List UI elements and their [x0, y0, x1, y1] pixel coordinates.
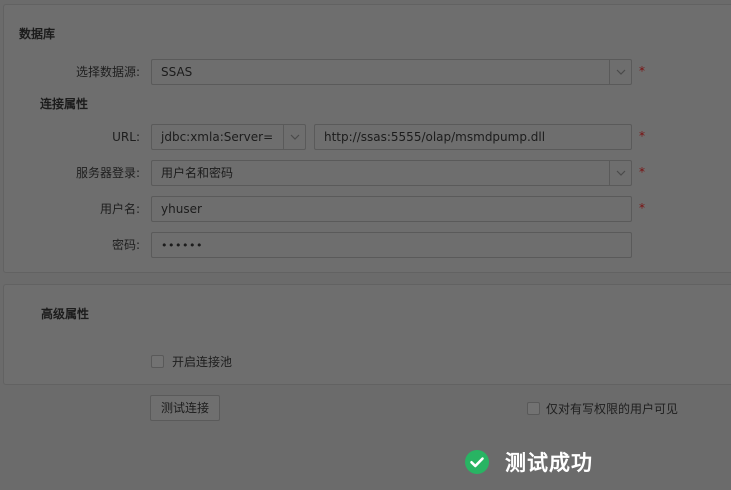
- username-input[interactable]: yhuser: [151, 196, 632, 222]
- username-required-mark: *: [639, 201, 645, 215]
- check-circle-icon: [465, 450, 489, 474]
- database-panel: 数据库 选择数据源: SSAS * 连接属性 URL: jdbc:xmla:Se…: [3, 4, 731, 273]
- server-login-select[interactable]: 用户名和密码: [151, 160, 632, 186]
- url-label: URL:: [112, 130, 140, 144]
- datasource-select[interactable]: SSAS: [151, 59, 632, 85]
- chevron-down-icon: [616, 69, 626, 75]
- datasource-value: SSAS: [161, 65, 193, 79]
- connection-pool-label[interactable]: 开启连接池: [172, 355, 232, 369]
- advanced-section-title: 高级属性: [41, 307, 90, 321]
- server-login-dropdown-toggle[interactable]: [609, 161, 631, 185]
- url-required-mark: *: [639, 129, 645, 143]
- server-login-value: 用户名和密码: [161, 166, 234, 180]
- datasource-dropdown-toggle[interactable]: [609, 60, 631, 84]
- datasource-required-mark: *: [639, 64, 645, 78]
- chevron-down-icon: [290, 134, 300, 140]
- url-input-value: http://ssas:5555/olap/msmdpump.dll: [324, 130, 546, 144]
- username-input-value: yhuser: [161, 202, 202, 216]
- test-connection-button[interactable]: 测试连接: [150, 395, 220, 421]
- server-login-label: 服务器登录:: [75, 166, 140, 180]
- url-driver-dropdown-toggle[interactable]: [283, 125, 305, 149]
- advanced-panel: 高级属性 开启连接池: [3, 284, 731, 385]
- server-login-required-mark: *: [639, 165, 645, 179]
- write-only-visible-checkbox[interactable]: [527, 402, 540, 415]
- url-driver-select[interactable]: jdbc:xmla:Server=: [151, 124, 306, 150]
- write-only-visible-label[interactable]: 仅对有写权限的用户可见: [546, 402, 678, 416]
- connection-pool-checkbox[interactable]: [151, 355, 164, 368]
- success-toast: 测试成功: [465, 448, 593, 476]
- password-label: 密码:: [111, 238, 140, 252]
- chevron-down-icon: [616, 170, 626, 176]
- url-input[interactable]: http://ssas:5555/olap/msmdpump.dll: [314, 124, 632, 150]
- password-input[interactable]: ••••••: [151, 232, 632, 258]
- toast-message: 测试成功: [505, 451, 593, 475]
- connection-section-title: 连接属性: [40, 97, 89, 111]
- database-section-title: 数据库: [19, 27, 56, 41]
- url-driver-value: jdbc:xmla:Server=: [161, 130, 274, 144]
- username-label: 用户名:: [99, 202, 140, 216]
- password-input-value: ••••••: [161, 239, 203, 252]
- datasource-label: 选择数据源:: [75, 65, 140, 79]
